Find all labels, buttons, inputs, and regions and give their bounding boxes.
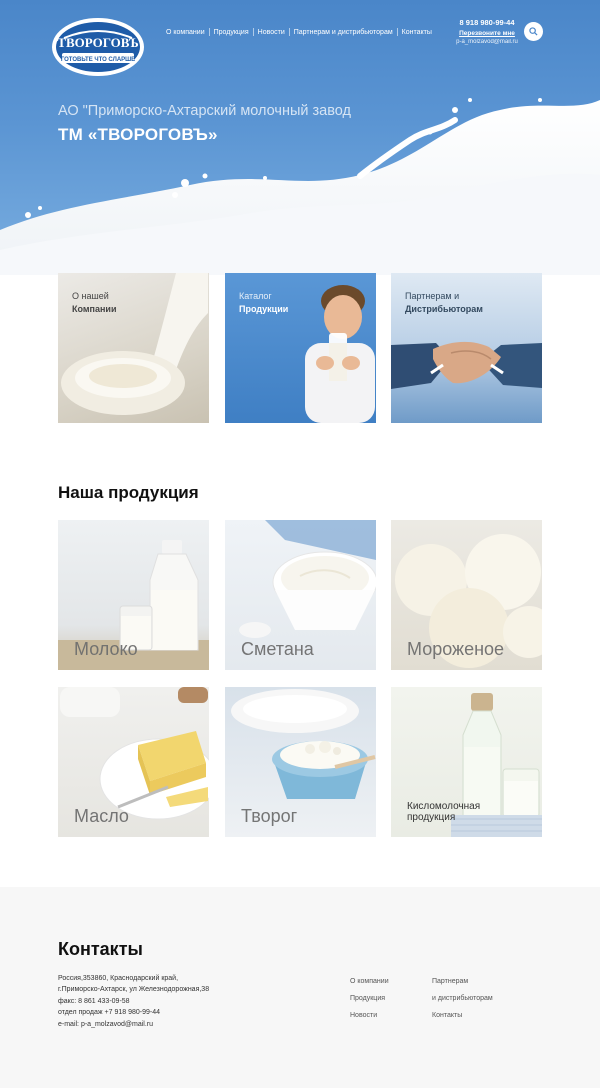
- email-line[interactable]: e-mail: p-a_molzavod@mail.ru: [58, 1019, 209, 1030]
- category-line1: Партнерам и: [405, 291, 460, 301]
- footer-link-partners[interactable]: Партнерам: [432, 973, 493, 990]
- search-icon: [529, 27, 538, 36]
- category-line2: Компании: [72, 304, 117, 314]
- address-line: г.Приморско-Ахтарск, ул Железнодорожная,…: [58, 986, 210, 994]
- product-name: Сметана: [241, 639, 314, 659]
- hero-banner: ТВОРОГОВЪ ГОТОВЬТЕ ЧТО СЛАРШЕ О компании…: [0, 0, 600, 275]
- product-card-milk[interactable]: Молоко: [58, 520, 209, 670]
- header-contacts: 8 918 980-99-44 Перезвоните мне p-a_molz…: [452, 18, 522, 45]
- nav-item-partners[interactable]: Партнерам и дистрибьюторам: [290, 29, 397, 36]
- product-card-butter[interactable]: Масло: [58, 687, 209, 837]
- footer-links-col2: Партнерам и дистрибьюторам Контакты: [432, 973, 493, 1024]
- product-card-cottage-cheese[interactable]: Творог: [225, 687, 376, 837]
- svg-text:ТВОРОГОВЪ: ТВОРОГОВЪ: [57, 35, 138, 50]
- company-logo[interactable]: ТВОРОГОВЪ ГОТОВЬТЕ ЧТО СЛАРШЕ: [50, 16, 146, 78]
- footer-links-col1: О компании Продукция Новости: [350, 973, 389, 1024]
- nav-item-products[interactable]: Продукция: [210, 29, 253, 36]
- header-phone[interactable]: 8 918 980-99-44: [452, 18, 522, 27]
- footer: Контакты Россия,353860, Краснодарский кр…: [0, 887, 600, 1088]
- category-card-catalog[interactable]: Каталог Продукции: [225, 273, 376, 423]
- footer-link-products[interactable]: Продукция: [350, 990, 389, 1007]
- category-card-partners[interactable]: Партнерам и Дистрибьюторам: [391, 273, 542, 423]
- footer-title: Контакты: [58, 939, 143, 959]
- callback-link[interactable]: Перезвоните мне: [452, 30, 522, 37]
- sales-phone-line[interactable]: отдел продаж +7 918 980-99-44: [58, 1007, 209, 1018]
- svg-text:ГОТОВЬТЕ ЧТО СЛАРШЕ: ГОТОВЬТЕ ЧТО СЛАРШЕ: [61, 57, 135, 63]
- hero-subtitle: АО "Приморско-Ахтарский молочный завод: [58, 103, 351, 119]
- footer-link-contacts[interactable]: Контакты: [432, 1007, 493, 1024]
- footer-link-distributors[interactable]: и дистрибьюторам: [432, 990, 493, 1007]
- main-nav: О компании Продукция Новости Партнерам и…: [162, 28, 436, 36]
- product-name: Масло: [74, 806, 129, 826]
- search-button[interactable]: [524, 22, 543, 41]
- category-card-company[interactable]: О нашей Компании: [58, 273, 209, 423]
- header-email[interactable]: p-a_molzavod@mail.ru: [452, 39, 522, 45]
- category-line1: О нашей: [72, 291, 109, 301]
- nav-item-contacts[interactable]: Контакты: [398, 29, 436, 36]
- product-name: Мороженое: [407, 639, 505, 659]
- product-card-sour-cream[interactable]: Сметана: [225, 520, 376, 670]
- footer-link-company[interactable]: О компании: [350, 973, 389, 990]
- category-line1: Каталог: [239, 291, 272, 301]
- product-name: Молоко: [74, 639, 138, 659]
- fax-line: факс: 8 861 433-09-58: [58, 997, 130, 1005]
- products-section-title: Наша продукция: [58, 483, 199, 502]
- product-card-ice-cream[interactable]: Мороженое: [391, 520, 542, 670]
- nav-item-company[interactable]: О компании: [162, 29, 209, 36]
- footer-link-news[interactable]: Новости: [350, 1007, 389, 1024]
- product-card-fermented-dairy[interactable]: Кисломолочная продукция: [391, 687, 542, 837]
- category-line2: Дистрибьюторам: [405, 304, 483, 314]
- product-name: Творог: [241, 806, 298, 826]
- hero-title: ТМ «ТВОРОГОВЪ»: [58, 125, 218, 144]
- category-line2: Продукции: [239, 304, 289, 314]
- address-line: Россия,353860, Краснодарский край,: [58, 975, 179, 982]
- nav-item-news[interactable]: Новости: [254, 29, 289, 36]
- footer-address: Россия,353860, Краснодарский край, г.При…: [58, 973, 209, 1030]
- product-name: Кисломолочная продукция: [407, 801, 481, 823]
